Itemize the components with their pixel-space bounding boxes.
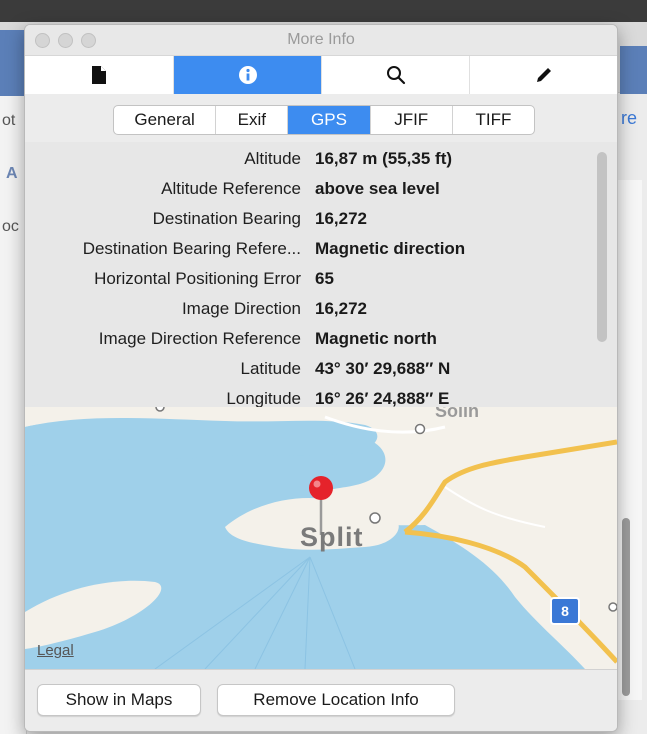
gps-properties-list[interactable]: Altitude 16,87 m (55,35 ft) Altitude Ref… [25, 142, 617, 407]
map-label-solin: Solin [435, 407, 479, 421]
property-label: Latitude [240, 359, 302, 378]
property-value: 65 [315, 269, 334, 288]
property-value: 16,87 m (55,35 ft) [315, 149, 453, 168]
tab-search[interactable] [321, 56, 470, 94]
property-value: Magnetic direction [315, 239, 466, 258]
road-shield: 8 [550, 597, 580, 625]
inspector-toolbar [25, 55, 617, 95]
property-row: Longitude 16° 26′ 24,888″ E [25, 384, 595, 407]
tab-document[interactable] [25, 56, 173, 94]
background-link[interactable]: re [621, 108, 637, 129]
property-label: Image Direction Reference [98, 329, 301, 348]
tab-info[interactable] [173, 56, 322, 94]
tab-edit[interactable] [469, 56, 617, 94]
segment-exif[interactable]: Exif [216, 106, 289, 134]
segment-gps[interactable]: GPS [288, 106, 371, 134]
background-scrollbar[interactable] [622, 518, 630, 696]
property-value: 16,272 [315, 299, 367, 318]
background-menubar [0, 0, 647, 22]
show-in-maps-button[interactable]: Show in Maps [37, 684, 201, 716]
background-right-highlight [620, 46, 647, 94]
metadata-tabs-bar: General Exif GPS JFIF TIFF [25, 94, 617, 142]
legal-link[interactable]: Legal [37, 642, 74, 659]
more-info-panel: More Info General Exif GPS JFIF TIFF Alt… [24, 24, 618, 732]
info-icon [239, 66, 257, 84]
property-row: Destination Bearing 16,272 [25, 204, 595, 234]
property-value: above sea level [315, 179, 440, 198]
property-label: Image Direction [181, 299, 301, 318]
background-sidebar-highlight [0, 30, 24, 96]
property-value: 43° 30′ 29,688″ N [315, 359, 451, 378]
metadata-segmented-control: General Exif GPS JFIF TIFF [113, 105, 535, 135]
search-icon [387, 66, 406, 85]
segment-general[interactable]: General [114, 106, 217, 134]
property-label: Longitude [226, 389, 301, 407]
property-row: Altitude Reference above sea level [25, 174, 595, 204]
property-row: Destination Bearing Refere... Magnetic d… [25, 234, 595, 264]
titlebar: More Info [25, 25, 617, 55]
background-left-panel [0, 96, 27, 734]
remove-location-info-button[interactable]: Remove Location Info [217, 684, 455, 716]
property-row: Image Direction 16,272 [25, 294, 595, 324]
segment-tiff[interactable]: TIFF [453, 106, 534, 134]
segment-jfif[interactable]: JFIF [371, 106, 453, 134]
property-row: Horizontal Positioning Error 65 [25, 264, 595, 294]
property-label: Altitude Reference [161, 179, 301, 198]
property-label: Destination Bearing Refere... [82, 239, 301, 258]
background-label: A [6, 165, 18, 182]
property-value: Magnetic north [315, 329, 437, 348]
property-row: Image Direction Reference Magnetic north [25, 324, 595, 354]
pencil-icon [537, 68, 551, 82]
property-row: Altitude 16,87 m (55,35 ft) [25, 144, 595, 174]
map-label-split: Split [300, 522, 364, 552]
property-row: Latitude 43° 30′ 29,688″ N [25, 354, 595, 384]
property-label: Destination Bearing [152, 209, 301, 228]
property-value: 16° 26′ 24,888″ E [315, 389, 450, 407]
panel-footer: Show in Maps Remove Location Info [25, 669, 617, 731]
window-title: More Info [287, 31, 355, 48]
property-label: Horizontal Positioning Error [94, 269, 301, 288]
property-label: Altitude [244, 149, 301, 168]
background-label: ot [2, 112, 16, 129]
background-label: oc [2, 218, 19, 235]
property-value: 16,272 [315, 209, 367, 228]
document-icon [92, 66, 106, 84]
list-scrollbar[interactable] [597, 152, 607, 342]
location-map[interactable]: Solin Split 8 Legal [25, 407, 617, 669]
